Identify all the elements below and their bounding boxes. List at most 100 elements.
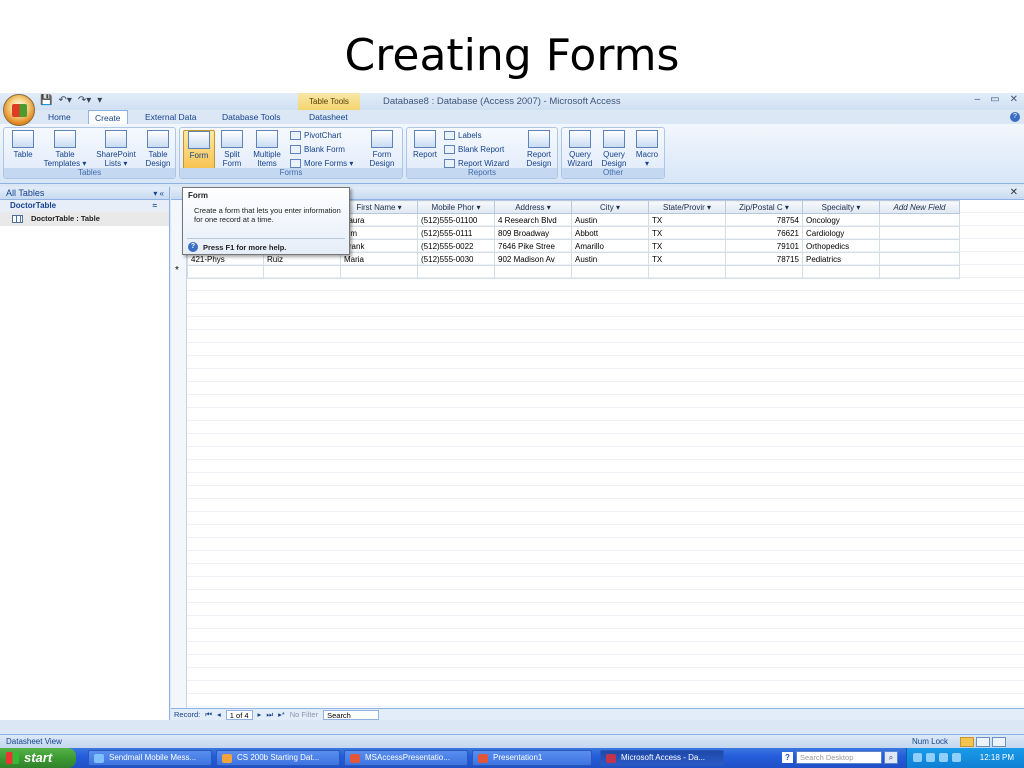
split-form-button[interactable]: Split Form xyxy=(218,130,246,168)
table-cell[interactable]: Maria xyxy=(340,252,418,266)
help-icon[interactable]: ? xyxy=(782,752,793,763)
table-cell[interactable]: Austin xyxy=(571,213,649,227)
table-cell[interactable]: (512)555-01100 xyxy=(417,213,495,227)
table-cell[interactable]: Laura xyxy=(340,213,418,227)
table-cell[interactable] xyxy=(494,265,572,279)
table-cell[interactable]: Tim xyxy=(340,226,418,240)
table-cell[interactable]: 7646 Pike Stree xyxy=(494,239,572,253)
table-cell[interactable]: Frank xyxy=(340,239,418,253)
column-header-specialty[interactable]: Specialty ▾ xyxy=(802,200,880,214)
table-cell[interactable]: 79101 xyxy=(725,239,803,253)
multiple-items-button[interactable]: Multiple Items xyxy=(249,130,285,168)
table-cell[interactable] xyxy=(879,265,960,279)
nav-item-doctortable[interactable]: DoctorTable : Table xyxy=(0,212,169,226)
table-cell[interactable]: 78754 xyxy=(725,213,803,227)
table-cell[interactable]: TX xyxy=(648,239,726,253)
taskbar-item[interactable]: Presentation1 xyxy=(472,750,592,766)
close-document-icon[interactable]: ✕ xyxy=(1010,187,1018,198)
table-cell[interactable]: 902 Madison Av xyxy=(494,252,572,266)
new-record-row[interactable] xyxy=(187,265,960,279)
more-forms-button[interactable]: More Forms ▾ xyxy=(290,159,353,168)
table-cell[interactable]: Cardiology xyxy=(802,226,880,240)
tray-security-icon[interactable] xyxy=(952,753,961,762)
table-design-button[interactable]: Table Design xyxy=(142,130,174,168)
datasheet-view-icon[interactable] xyxy=(960,737,974,747)
tab-database-tools[interactable]: Database Tools xyxy=(216,110,286,124)
column-header-state[interactable]: State/Provir ▾ xyxy=(648,200,726,214)
column-header-address[interactable]: Address ▾ xyxy=(494,200,572,214)
search-field[interactable]: Search xyxy=(323,709,380,720)
table-cell[interactable] xyxy=(187,265,264,279)
tray-network-icon[interactable] xyxy=(913,753,922,762)
table-cell[interactable]: Pediatrics xyxy=(802,252,880,266)
column-header-city[interactable]: City ▾ xyxy=(571,200,649,214)
nav-pane-controls[interactable]: ▾ « xyxy=(153,187,164,200)
table-cell[interactable]: (512)555-0022 xyxy=(417,239,495,253)
nav-pane-header[interactable]: All Tables ▾ « xyxy=(0,187,169,200)
table-cell[interactable] xyxy=(340,265,418,279)
table-cell[interactable]: Amarillo xyxy=(571,239,649,253)
table-templates-button[interactable]: Table Templates ▾ xyxy=(42,130,88,168)
query-wizard-button[interactable]: Query Wizard xyxy=(564,130,596,168)
table-cell[interactable] xyxy=(802,265,880,279)
tray-messenger-icon[interactable] xyxy=(939,753,948,762)
redo-icon[interactable]: ↷▾ xyxy=(78,95,91,106)
query-design-button[interactable]: Query Design xyxy=(598,130,630,168)
tray-volume-icon[interactable] xyxy=(926,753,935,762)
blank-form-button[interactable]: Blank Form xyxy=(290,145,345,154)
tab-home[interactable]: Home xyxy=(42,110,77,124)
column-header-first-name[interactable]: First Name ▾ xyxy=(340,200,418,214)
column-header-mobile-phone[interactable]: Mobile Phor ▾ xyxy=(417,200,495,214)
table-cell[interactable] xyxy=(725,265,803,279)
office-button[interactable] xyxy=(3,94,35,126)
table-cell[interactable]: Austin xyxy=(571,252,649,266)
table-cell[interactable]: 78715 xyxy=(725,252,803,266)
table-cell[interactable]: (512)555-0111 xyxy=(417,226,495,240)
new-record-button[interactable]: ▸* xyxy=(278,709,285,721)
maximize-button[interactable]: ▭ xyxy=(990,94,999,105)
sharepoint-lists-button[interactable]: SharePoint Lists ▾ xyxy=(92,130,140,168)
macro-button[interactable]: Macro ▾ xyxy=(632,130,662,168)
taskbar-item-active[interactable]: Microsoft Access - Da... xyxy=(600,750,724,766)
labels-button[interactable]: Labels xyxy=(444,131,482,140)
record-selector-column[interactable] xyxy=(171,200,187,708)
current-record-field[interactable]: 1 of 4 xyxy=(225,709,253,720)
table-cell[interactable] xyxy=(879,239,960,253)
minimize-button[interactable]: – xyxy=(975,94,981,105)
table-cell[interactable]: 4 Research Blvd xyxy=(494,213,572,227)
column-header-add-new-field[interactable]: Add New Field xyxy=(879,200,960,214)
form-design-button[interactable]: Form Design xyxy=(366,130,398,168)
table-cell[interactable] xyxy=(879,213,960,227)
table-cell[interactable]: TX xyxy=(648,252,726,266)
table-cell[interactable]: (512)555-0030 xyxy=(417,252,495,266)
pivotchart-button[interactable]: PivotChart xyxy=(290,131,341,140)
form-button[interactable]: Form xyxy=(183,130,215,170)
taskbar-item[interactable]: MSAccessPresentatio... xyxy=(344,750,468,766)
table-cell[interactable] xyxy=(879,252,960,266)
tab-create[interactable]: Create xyxy=(88,110,128,124)
next-record-button[interactable]: ▸ xyxy=(258,709,262,721)
blank-report-button[interactable]: Blank Report xyxy=(444,145,504,154)
table-cell[interactable]: TX xyxy=(648,213,726,227)
collapse-group-icon[interactable]: ≈ xyxy=(153,200,157,212)
taskbar-item[interactable]: Sendmail Mobile Mess... xyxy=(88,750,212,766)
search-icon[interactable]: ⌕ xyxy=(884,751,898,764)
table-cell[interactable] xyxy=(263,265,341,279)
table-cell[interactable] xyxy=(417,265,495,279)
nav-group-doctortable[interactable]: DoctorTable ≈ xyxy=(0,200,169,212)
table-cell[interactable]: 809 Broadway xyxy=(494,226,572,240)
report-design-button[interactable]: Report Design xyxy=(522,130,556,168)
previous-record-button[interactable]: ◂ xyxy=(217,709,221,721)
table-cell[interactable] xyxy=(648,265,726,279)
search-desktop-input[interactable]: Search Desktop xyxy=(796,751,882,764)
table-cell[interactable]: TX xyxy=(648,226,726,240)
help-icon[interactable]: ? xyxy=(1010,112,1020,122)
pivottable-view-icon[interactable] xyxy=(976,737,990,747)
table-cell[interactable]: Abbott xyxy=(571,226,649,240)
last-record-button[interactable]: ⏭ xyxy=(266,709,273,721)
first-record-button[interactable]: ⏮ xyxy=(205,709,212,721)
table-cell[interactable]: Oncology xyxy=(802,213,880,227)
customize-qat-icon[interactable]: ▾ xyxy=(97,95,102,106)
column-header-zip[interactable]: Zip/Postal C ▾ xyxy=(725,200,803,214)
datasheet-grid[interactable]: First Name ▾ Mobile Phor ▾ Address ▾ Cit… xyxy=(171,200,1024,708)
